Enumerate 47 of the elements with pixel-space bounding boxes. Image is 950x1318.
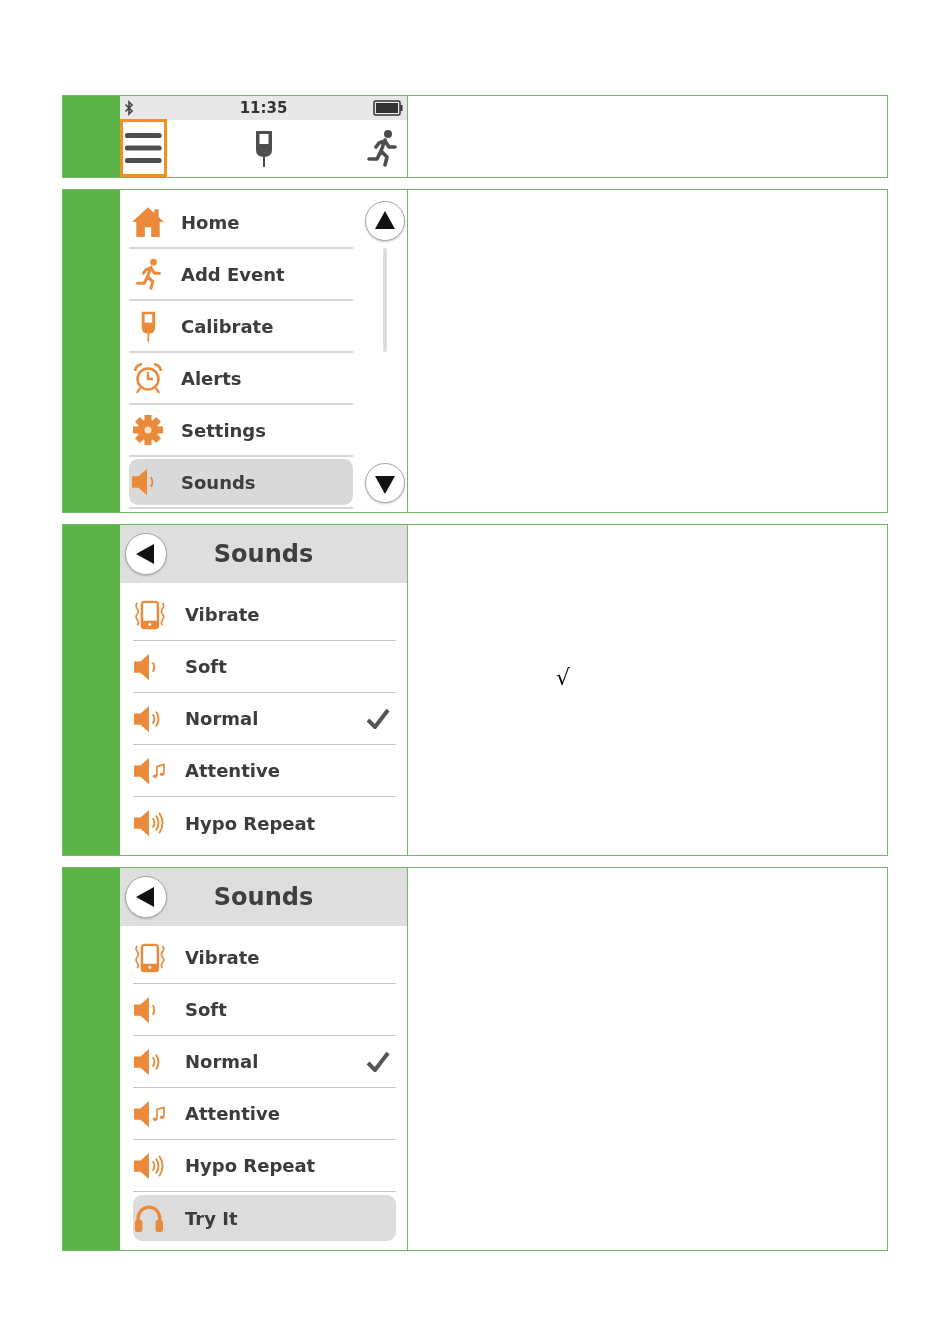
runner-icon (366, 129, 398, 167)
sound-option[interactable]: Attentive (133, 1090, 396, 1137)
menu-item[interactable]: Settings (129, 407, 353, 453)
sound-option[interactable]: Hypo Repeat (133, 1142, 396, 1189)
menu-item[interactable]: Sounds (129, 459, 353, 505)
meter-icon (139, 310, 157, 342)
menu-item[interactable]: Home (129, 199, 353, 245)
house-icon (131, 206, 165, 238)
vibrating-phone-icon (133, 942, 167, 973)
meter-icon (254, 129, 274, 167)
runner-icon (134, 258, 162, 290)
triangle-left-icon (135, 887, 154, 907)
scroll-down-button[interactable] (365, 463, 405, 503)
triangle-down-icon (375, 475, 395, 494)
sound-option[interactable]: Vibrate (133, 591, 396, 638)
menu-item[interactable]: Alerts (129, 355, 353, 401)
menu-item[interactable]: Add Event (129, 251, 353, 297)
menu-item[interactable]: Calibrate (129, 303, 353, 349)
check-icon (366, 707, 390, 730)
check-icon (366, 1050, 390, 1073)
back-button[interactable] (125, 876, 167, 918)
try-it-button[interactable]: Try It (133, 1195, 396, 1241)
vibrating-phone-icon (133, 599, 167, 630)
bluetooth-icon (124, 100, 134, 116)
sound-option[interactable]: Normal (133, 695, 396, 742)
screen-title: Sounds (213, 540, 314, 568)
back-button[interactable] (125, 533, 167, 575)
sound-option[interactable]: Normal (133, 1038, 396, 1085)
triangle-up-icon (375, 210, 395, 229)
menu-icon (124, 131, 163, 165)
sound-option[interactable]: Attentive (133, 747, 396, 794)
battery-icon (373, 100, 403, 116)
scrollbar[interactable] (383, 248, 387, 352)
note-text: √ (556, 667, 571, 689)
alarm-clock-icon (133, 362, 163, 394)
menu-button[interactable] (120, 119, 167, 177)
clock-time: 11:35 (239, 99, 288, 117)
sound-option[interactable]: Soft (133, 643, 396, 690)
headphones-icon (133, 1203, 165, 1233)
screen-title: Sounds (213, 883, 314, 911)
sound-option[interactable]: Soft (133, 986, 396, 1033)
triangle-left-icon (135, 544, 154, 564)
scroll-up-button[interactable] (365, 201, 405, 241)
sound-option[interactable]: Vibrate (133, 934, 396, 981)
sound-option[interactable]: Hypo Repeat (133, 800, 396, 846)
speaker-note-icon (133, 755, 167, 786)
speaker-note-icon (133, 1098, 167, 1129)
